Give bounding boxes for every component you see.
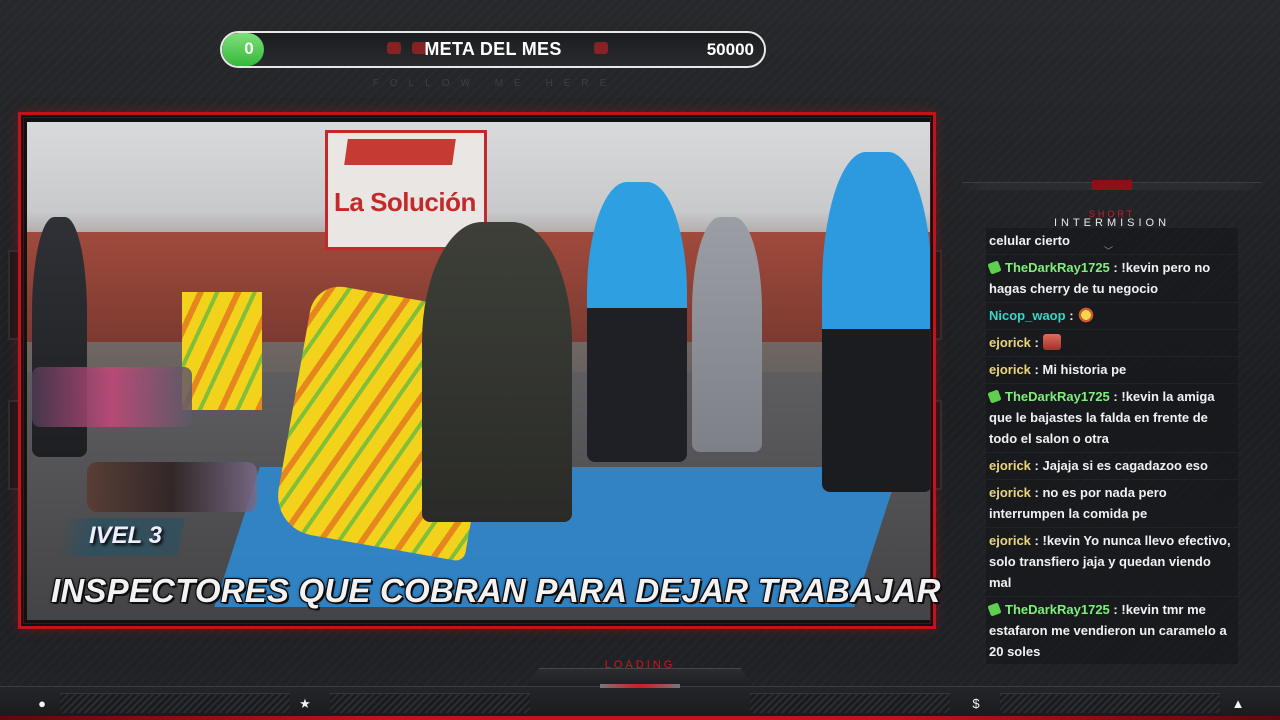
bottom-hatch [60,693,290,713]
loading-indicator [600,684,680,688]
lower-third-tag: IVEL 3 [89,522,162,549]
goal-title: META DEL MES [424,39,562,59]
chat-message: ejorick : Jajaja si es cagadazoo eso [986,453,1238,480]
chat-top-accent [1092,180,1132,190]
bottom-hatch [330,693,530,713]
scene-person [692,217,762,452]
chat-top-decoration [962,178,1262,194]
chat-username[interactable]: ejorick [989,485,1031,500]
scene-inspector [587,182,687,462]
chat-message: ejorick : [986,330,1238,357]
chat-message: Nicop_waop : [986,303,1238,330]
user-icon: ● [38,696,46,711]
chat-emote-icon [1042,334,1061,350]
chat-username[interactable]: TheDarkRay1725 [1005,260,1110,275]
chat-text: : [1069,308,1074,323]
chat-message: ejorick : !kevin Yo nunca llevo efectivo… [986,528,1238,597]
chat-username[interactable]: ejorick [989,533,1031,548]
chat-message: TheDarkRay1725 : !kevin la amiga que le … [986,384,1238,453]
flame-icon: ▲ [1231,696,1245,711]
chat-message: ejorick : no es por nada pero interrumpe… [986,480,1238,528]
chat-badge-icon [987,602,1002,617]
youtube-icon [594,42,608,54]
chat-header: SHORT INTERMISION [990,209,1234,229]
goal-bar: 0 META DEL MES 50000 [220,31,766,68]
scene-shop-banner [344,139,456,165]
bottom-bar: ● ★ $ ▲ [0,686,1280,720]
dollar-icon: $ [972,696,980,711]
chat-username[interactable]: ejorick [989,335,1031,350]
chat-text: : Mi historia pe [1034,362,1127,377]
chat-username[interactable]: ejorick [989,362,1031,377]
video-frame: La Solución IVEL 3 INSPECTORES QUE COBRA… [18,112,941,629]
chevron-down-icon: ﹀ [1104,246,1114,256]
chat-username[interactable]: TheDarkRay1725 [1005,602,1110,617]
chat-message: TheDarkRay1725 : !kevin pero no hagas ch… [986,255,1238,303]
chat-text: : Jajaja si es cagadazoo eso [1034,458,1208,473]
chat-badge-icon [987,260,1002,275]
scene-shop-text: La Solución [334,187,476,217]
chat-panel[interactable]: celular cierto TheDarkRay1725 : !kevin pe… [986,228,1238,664]
scene-inspector [822,152,930,492]
chat-badge-icon [987,389,1002,404]
chat-username[interactable]: Nicop_waop [989,308,1066,323]
chat-text: celular cierto [989,233,1070,248]
chat-text: : [1034,335,1039,350]
chat-username[interactable]: ejorick [989,458,1031,473]
scene-person [422,222,572,522]
scene-clothes-pile [87,462,257,512]
video-headline: INSPECTORES QUE COBRAN PARA DEJAR TRABAJ… [51,572,941,609]
goal-target-value: 50000 [706,40,754,59]
star-icon: ★ [299,696,311,711]
chat-message: TheDarkRay1725 : !kevin tmr me estafaron… [986,597,1238,664]
scene-yellow-bag [182,292,262,410]
chat-message: ejorick : Mi historia pe [986,357,1238,384]
chat-emote-icon [1077,307,1096,323]
scene-clothes-pile [32,367,192,427]
bottom-red-line [0,716,1280,720]
chat-username[interactable]: TheDarkRay1725 [1005,389,1110,404]
bottom-hatch [750,693,950,713]
chat-header-large: INTERMISION [1053,217,1171,229]
bottom-hatch [1000,693,1220,713]
follow-me-text: FOLLOW ME HERE [372,78,618,89]
